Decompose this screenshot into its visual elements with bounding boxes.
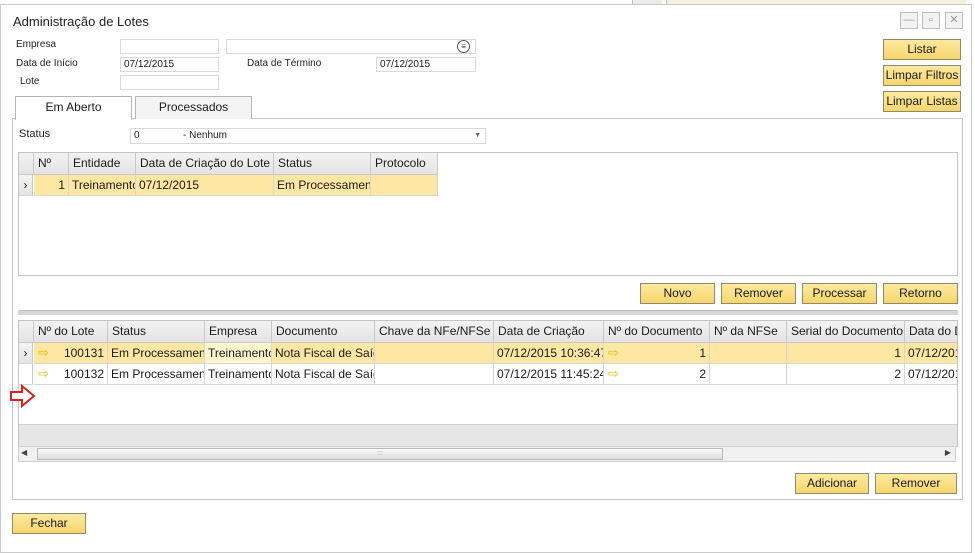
document-number: 2 (699, 367, 706, 381)
table-cell[interactable] (371, 175, 438, 196)
col-header[interactable]: Entidade (69, 153, 136, 175)
maximize-icon[interactable]: ▫ (922, 12, 940, 29)
data-termino-field[interactable]: 07/12/2015 (376, 57, 476, 72)
lote-field[interactable] (120, 75, 219, 90)
remover-lote-button[interactable]: Remover (721, 283, 796, 304)
table-cell[interactable]: ⇨ 2 (604, 364, 710, 385)
tab-em-aberto[interactable]: Em Aberto (15, 96, 132, 120)
scrollbar-thumb[interactable]: ::: (37, 448, 723, 460)
table-cell[interactable]: Treinamento (69, 175, 136, 196)
status-text: - Nenhum (183, 130, 227, 141)
table-cell[interactable]: 07/12/201 (905, 364, 957, 385)
close-icon[interactable]: ✕ (945, 12, 963, 29)
table-cell[interactable]: 1 (787, 343, 905, 364)
row-selector[interactable]: › (19, 175, 33, 196)
documents-grid: Nº do Lote Status Empresa Documento Chav… (18, 320, 958, 447)
data-inicio-field[interactable]: 07/12/2015 (120, 57, 219, 72)
minimize-icon[interactable]: — (900, 12, 918, 29)
status-code: 0 (134, 130, 140, 141)
lote-label: Lote (20, 76, 40, 87)
col-header[interactable]: Nº do Documento (604, 321, 710, 343)
novo-button[interactable]: Novo (640, 283, 715, 304)
col-header[interactable]: Documento (272, 321, 375, 343)
table-cell[interactable]: Em Processamento (108, 343, 205, 364)
link-arrow-icon[interactable]: ⇨ (608, 364, 619, 384)
choose-list-icon[interactable]: ≡ (457, 40, 470, 53)
horizontal-scrollbar[interactable]: ◀ ::: ▶ (18, 446, 956, 462)
data-termino-label: Data de Término (247, 58, 322, 69)
table-cell[interactable]: 07/12/2015 (136, 175, 274, 196)
grid-footer-row (19, 424, 957, 446)
table-cell[interactable]: ⇨ 100131 (34, 343, 108, 364)
window-title: Administração de Lotes (13, 14, 149, 29)
col-header[interactable]: Status (274, 153, 371, 175)
table-cell[interactable]: 07/12/2015 11:45:24 (494, 364, 604, 385)
lote-number: 100132 (63, 367, 104, 381)
table-cell[interactable]: 2 (787, 364, 905, 385)
splitter-handle[interactable] (18, 310, 958, 315)
col-header[interactable]: Chave da NFe/NFSe (375, 321, 494, 343)
link-arrow-icon[interactable]: ⇨ (38, 364, 49, 384)
lotes-grid: Nº Entidade Data de Criação do Lote Stat… (18, 152, 958, 276)
table-cell[interactable]: 07/12/201 (905, 343, 957, 364)
col-header[interactable]: Protocolo (371, 153, 438, 175)
pointer-arrow-icon (10, 384, 36, 408)
limpar-filtros-button[interactable]: Limpar Filtros (883, 65, 961, 86)
col-header[interactable]: Nº da NFSe (710, 321, 787, 343)
col-header[interactable]: Nº do Lote (34, 321, 108, 343)
col-header[interactable]: Status (108, 321, 205, 343)
corner-header (19, 321, 34, 343)
row-selector[interactable]: › (19, 343, 33, 364)
corner-header (19, 153, 34, 175)
processar-button[interactable]: Processar (802, 283, 877, 304)
link-arrow-icon[interactable]: ⇨ (608, 343, 619, 363)
status-select[interactable]: 0 - Nenhum ▼ (130, 128, 486, 144)
empresa-label: Empresa (16, 39, 57, 50)
retorno-button[interactable]: Retorno (883, 283, 958, 304)
table-cell[interactable]: Em Processamento (274, 175, 371, 196)
scroll-left-icon[interactable]: ◀ (21, 448, 27, 457)
table-cell[interactable]: ⇨ 100132 (34, 364, 108, 385)
table-cell[interactable]: Nota Fiscal de Saída (272, 364, 375, 385)
lote-number: 100131 (63, 346, 104, 360)
table-cell[interactable]: Nota Fiscal de Saída (272, 343, 375, 364)
col-header[interactable]: Empresa (205, 321, 272, 343)
scroll-right-icon[interactable]: ▶ (945, 448, 951, 457)
link-arrow-icon[interactable]: ⇨ (38, 343, 49, 363)
col-header[interactable]: Serial do Documento (787, 321, 905, 343)
data-inicio-label: Data de Início (16, 58, 78, 69)
table-cell[interactable]: 07/12/2015 10:36:47 (494, 343, 604, 364)
table-cell[interactable] (710, 343, 787, 364)
fechar-button[interactable]: Fechar (12, 513, 86, 534)
empresa-name-field[interactable] (226, 39, 476, 54)
table-cell[interactable]: ⇨ 1 (604, 343, 710, 364)
empresa-code-field[interactable] (120, 39, 219, 54)
table-cell[interactable] (710, 364, 787, 385)
table-cell[interactable] (375, 343, 494, 364)
table-cell[interactable] (375, 364, 494, 385)
tab-processados[interactable]: Processados (135, 96, 252, 119)
table-cell[interactable]: 1 (34, 175, 69, 196)
table-cell[interactable]: Treinamento (205, 343, 272, 364)
limpar-listas-button[interactable]: Limpar Listas (883, 91, 961, 112)
col-header[interactable]: Data de Criação do Lote (136, 153, 274, 175)
dropdown-arrow-icon[interactable]: ▼ (474, 129, 481, 142)
col-header[interactable]: Nº (34, 153, 69, 175)
title-bar: Administração de Lotes — ▫ ✕ (1, 5, 971, 35)
table-cell[interactable]: Em Processamento (108, 364, 205, 385)
listar-button[interactable]: Listar (883, 39, 961, 60)
col-header[interactable]: Data do D (905, 321, 957, 343)
row-selector[interactable] (19, 364, 33, 385)
remover-documento-button[interactable]: Remover (875, 473, 957, 494)
col-header[interactable]: Data de Criação (494, 321, 604, 343)
table-cell[interactable]: Treinamento (205, 364, 272, 385)
status-label: Status (19, 128, 51, 140)
document-number: 1 (699, 346, 706, 360)
adicionar-button[interactable]: Adicionar (795, 473, 869, 494)
